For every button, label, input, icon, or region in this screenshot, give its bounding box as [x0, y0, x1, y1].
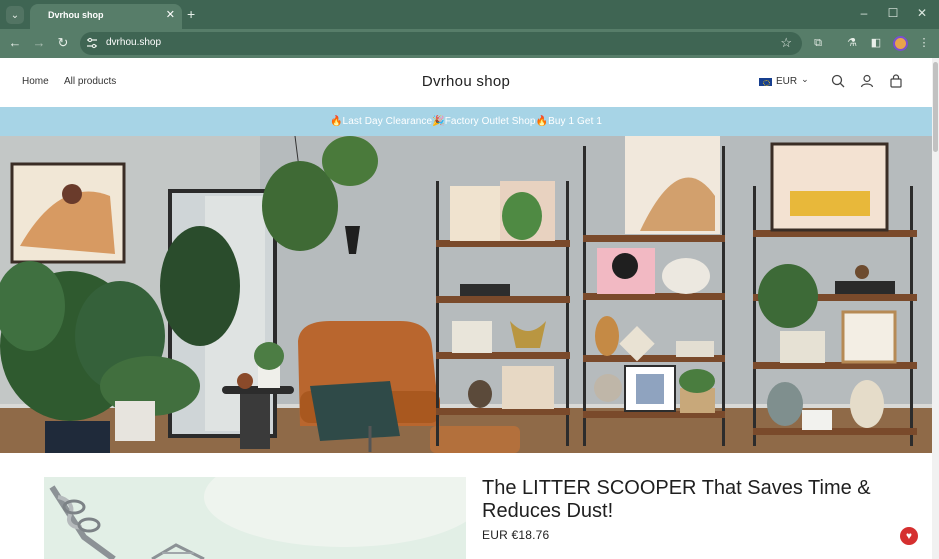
- bookmark-star-icon[interactable]: ☆: [780, 35, 792, 51]
- browser-tab-strip: ⌄ Dvrhou shop ✕ + – ☐ ✕: [0, 0, 939, 29]
- chat-widget-button[interactable]: ♥: [900, 527, 918, 545]
- new-tab-button[interactable]: +: [187, 6, 195, 22]
- chevron-down-icon: ⌄: [801, 74, 809, 84]
- heart-icon: ♥: [906, 530, 912, 542]
- living-room-illustration: [0, 136, 932, 453]
- site-header: Home All products Dvrhou shop EUR ⌄: [0, 58, 932, 107]
- browser-tab[interactable]: Dvrhou shop ✕: [30, 4, 182, 29]
- page-scrollbar[interactable]: [932, 58, 939, 559]
- product-title[interactable]: The LITTER SCOOPER That Saves Time & Red…: [482, 477, 892, 523]
- maximize-button[interactable]: ☐: [885, 5, 901, 21]
- minimize-button[interactable]: –: [856, 5, 872, 21]
- chevron-down-icon: ⌄: [10, 9, 20, 21]
- browser-toolbar: ← → ↻ dvrhou.shop ☆ ⧉ ⚗ ◧ ⋮: [0, 29, 939, 58]
- tab-close-icon[interactable]: ✕: [166, 8, 175, 22]
- profile-avatar[interactable]: [893, 36, 908, 51]
- tab-title: Dvrhou shop: [48, 10, 104, 20]
- announcement-bar: 🔥Last Day Clearance🎉Factory Outlet Shop🔥…: [0, 107, 932, 136]
- hero-banner-image: [0, 136, 932, 453]
- account-icon[interactable]: [860, 74, 874, 88]
- reload-button[interactable]: ↻: [55, 35, 71, 51]
- litter-scooper-image: [44, 477, 466, 559]
- close-window-button[interactable]: ✕: [914, 5, 930, 21]
- eu-flag-icon: [759, 77, 772, 86]
- side-panel-icon[interactable]: ◧: [869, 36, 883, 50]
- tab-search-button[interactable]: ⌄: [6, 6, 24, 24]
- extensions-icon[interactable]: ⧉: [811, 36, 825, 50]
- address-bar[interactable]: dvrhou.shop ☆: [80, 32, 802, 55]
- product-image[interactable]: [44, 477, 466, 559]
- product-price: EUR €18.76: [482, 528, 550, 542]
- browser-menu-icon[interactable]: ⋮: [917, 36, 931, 50]
- forward-button[interactable]: →: [31, 35, 47, 51]
- announcement-text: 🔥Last Day Clearance🎉Factory Outlet Shop🔥…: [329, 116, 602, 127]
- currency-selector[interactable]: EUR ⌄: [759, 74, 809, 87]
- search-icon[interactable]: [831, 74, 845, 88]
- back-button[interactable]: ←: [7, 35, 23, 51]
- cart-icon[interactable]: [889, 74, 903, 88]
- url-text[interactable]: dvrhou.shop: [106, 37, 161, 48]
- scrollbar-thumb[interactable]: [933, 62, 938, 152]
- site-info-icon[interactable]: [86, 37, 98, 49]
- currency-label: EUR: [776, 76, 798, 87]
- labs-icon[interactable]: ⚗: [845, 36, 859, 50]
